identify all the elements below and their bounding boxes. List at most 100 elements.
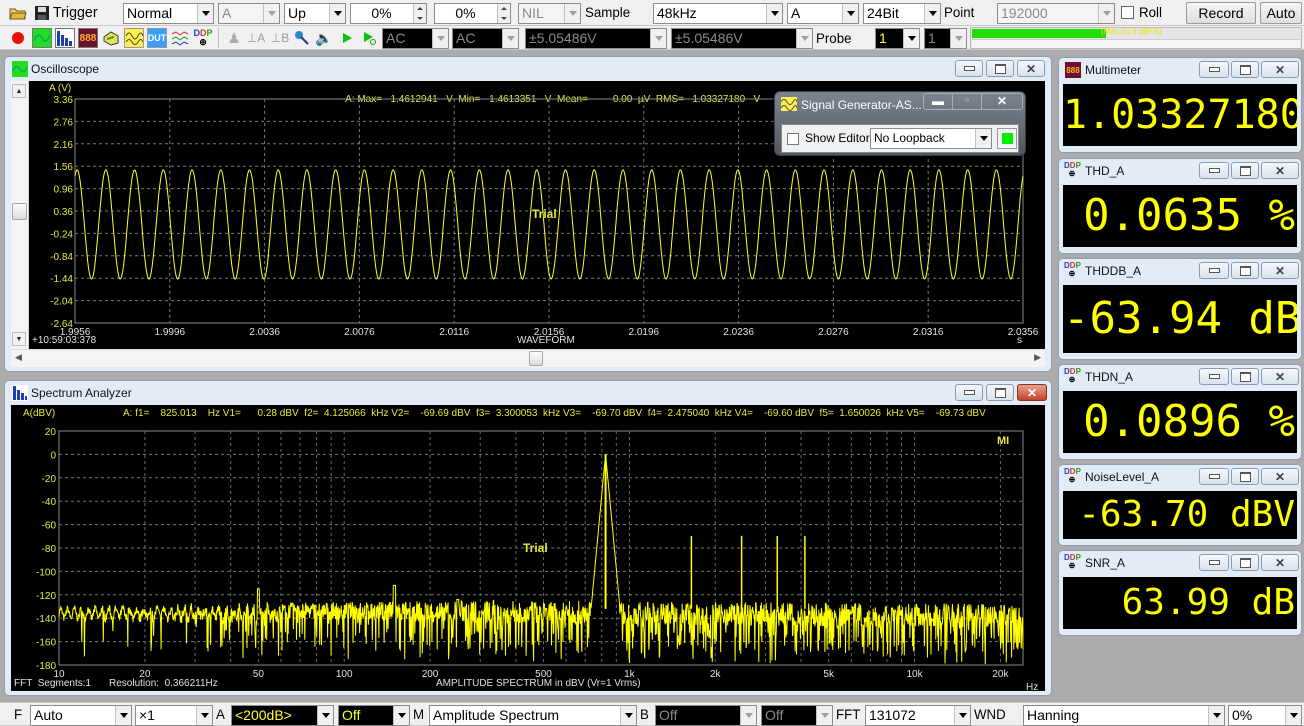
y-tick-label: -1.44 (50, 274, 73, 285)
close-button[interactable]: ✕ (1261, 468, 1299, 485)
scroll-thumb[interactable] (12, 203, 27, 220)
a-mode-select[interactable]: Off (338, 705, 410, 726)
channel-select[interactable]: A (787, 3, 859, 24)
coupling-b-select[interactable]: AC (452, 28, 519, 49)
ddp-icon[interactable]: DDP ⊕ (193, 28, 213, 48)
close-button[interactable]: ✕ (1261, 554, 1299, 571)
sample-rate-select[interactable]: 48kHz (653, 3, 783, 24)
trigger-level-spinner[interactable]: 0% (350, 3, 427, 24)
trigger-mode-select[interactable]: Normal (123, 3, 214, 24)
scroll-thumb[interactable] (529, 351, 543, 366)
zoom-select[interactable]: ×1 (135, 705, 213, 726)
save-icon[interactable] (32, 3, 52, 23)
minimize-button[interactable] (1199, 554, 1229, 571)
scroll-down-button[interactable]: ▼ (12, 332, 26, 346)
a-range-select[interactable]: <200dB> (231, 705, 334, 726)
open-folder-icon[interactable] (8, 3, 28, 23)
close-button[interactable]: ✕ (1017, 60, 1045, 77)
trigger-channel-select[interactable]: A (218, 3, 280, 24)
maximize-button[interactable] (1231, 162, 1259, 179)
minimize-button[interactable]: ▬ (923, 93, 953, 110)
range-b-select[interactable]: ±5.05486V (671, 28, 813, 49)
trigger-delay-spinner[interactable]: 0% (434, 3, 511, 24)
x-tick-label: 2.0316 (913, 327, 944, 338)
ground-b-icon[interactable]: ⊥B (270, 28, 290, 48)
x-tick-label: 100 (336, 669, 353, 680)
minimize-button[interactable] (1199, 61, 1229, 78)
maximize-button[interactable] (986, 384, 1014, 401)
close-button[interactable]: ✕ (1261, 61, 1299, 78)
maximize-button[interactable] (1231, 368, 1259, 385)
maximize-button[interactable] (986, 60, 1014, 77)
x-tick-label: 50 (253, 669, 265, 680)
fft-segments: FFT Segments:1 (14, 678, 92, 689)
meter-value: 0.0896 % (1063, 391, 1297, 453)
record-icon[interactable] (8, 28, 28, 48)
window-function-select[interactable]: Hanning (1023, 705, 1225, 726)
close-button[interactable]: ✕ (1017, 384, 1047, 401)
fft-size-select[interactable]: 131072 (865, 705, 971, 726)
signal-generator-icon[interactable] (124, 28, 144, 48)
bit-depth-select[interactable]: 24Bit (863, 3, 941, 24)
range-a-select[interactable]: ±5.05486V (525, 28, 667, 49)
microphone-icon[interactable] (292, 28, 312, 48)
play-once-icon[interactable] (359, 28, 379, 48)
overlap-select[interactable]: 0% (1228, 705, 1302, 726)
coupling-a-select[interactable]: AC (382, 28, 449, 49)
dsp-icon[interactable] (101, 28, 121, 48)
show-editor-checkbox[interactable] (787, 133, 799, 145)
mi-badge[interactable]: MI (997, 435, 1009, 447)
meter-window-noiselevel-a: DDP ⊕ NoiseLevel_A ✕ -63.70 dBV (1058, 464, 1302, 546)
maximize-button[interactable] (1231, 468, 1259, 485)
minimize-button[interactable] (1199, 262, 1229, 279)
close-button[interactable]: ✕ (1261, 162, 1299, 179)
sweep-icon[interactable] (170, 28, 190, 48)
scroll-left-button[interactable]: ◀ (15, 352, 22, 363)
speaker-icon[interactable]: 🔈 (314, 28, 334, 48)
dut-icon[interactable]: DUT (147, 28, 167, 48)
spectrum-icon[interactable] (55, 28, 75, 48)
minimize-button[interactable] (1199, 468, 1229, 485)
points-select[interactable]: 192000 (997, 3, 1115, 24)
b-range-select[interactable]: Off (655, 705, 757, 726)
minimize-button[interactable] (1199, 368, 1229, 385)
generator-run-button[interactable] (997, 128, 1017, 149)
play-icon[interactable] (337, 28, 357, 48)
minimize-button[interactable] (955, 384, 983, 401)
x-axis-label: WAVEFORM (517, 335, 575, 346)
minimize-button[interactable] (955, 60, 983, 77)
scroll-right-button[interactable]: ▶ (1034, 352, 1041, 363)
oscilloscope-vertical-scrollbar[interactable]: ▲ ▼ (11, 81, 29, 349)
frequency-axis-select[interactable]: Auto (30, 705, 132, 726)
oscilloscope-icon[interactable] (32, 28, 52, 48)
scroll-up-button[interactable]: ▲ (12, 84, 26, 98)
spectrum-title: Spectrum Analyzer (31, 386, 132, 400)
maximize-button[interactable] (1231, 554, 1259, 571)
b-mode-select[interactable]: Off (761, 705, 833, 726)
record-button[interactable]: Record (1186, 2, 1256, 24)
ground-a-icon[interactable]: ⊥A (246, 28, 266, 48)
spectrum-trace-a (58, 455, 1024, 665)
trigger-source-select[interactable]: NIL (518, 3, 581, 24)
ddp-icon: DDP ⊕ (1064, 261, 1081, 278)
trigger-edge-select[interactable]: Up (284, 3, 346, 24)
spectrum-plot[interactable]: A(dBV) A: f1= 825.013 Hz V1= 0.28 dBV f2… (11, 405, 1045, 693)
close-button[interactable]: ✕ (981, 93, 1023, 110)
roll-checkbox[interactable] (1121, 6, 1134, 19)
minimize-button[interactable] (1199, 162, 1229, 179)
probe-b-select[interactable]: 1 (924, 28, 967, 49)
measurement-mode-select[interactable]: Amplitude Spectrum (429, 705, 637, 726)
auto-button[interactable]: Auto (1260, 2, 1302, 24)
maximize-button[interactable] (1231, 61, 1259, 78)
sample-label: Sample (585, 4, 631, 20)
meter-title: Multimeter (1085, 63, 1142, 77)
maximize-button[interactable]: ▫ (952, 93, 982, 110)
close-button[interactable]: ✕ (1261, 368, 1299, 385)
loopback-select[interactable]: No Loopback (870, 128, 992, 149)
maximize-button[interactable] (1231, 262, 1259, 279)
multimeter-icon[interactable]: 888 (78, 28, 98, 48)
probe-calibrate-icon[interactable]: ♟ (224, 28, 244, 48)
probe-a-select[interactable]: 1 (875, 28, 920, 49)
oscilloscope-horizontal-scrollbar[interactable]: ◀ ▶ (11, 349, 1045, 367)
close-button[interactable]: ✕ (1261, 262, 1299, 279)
